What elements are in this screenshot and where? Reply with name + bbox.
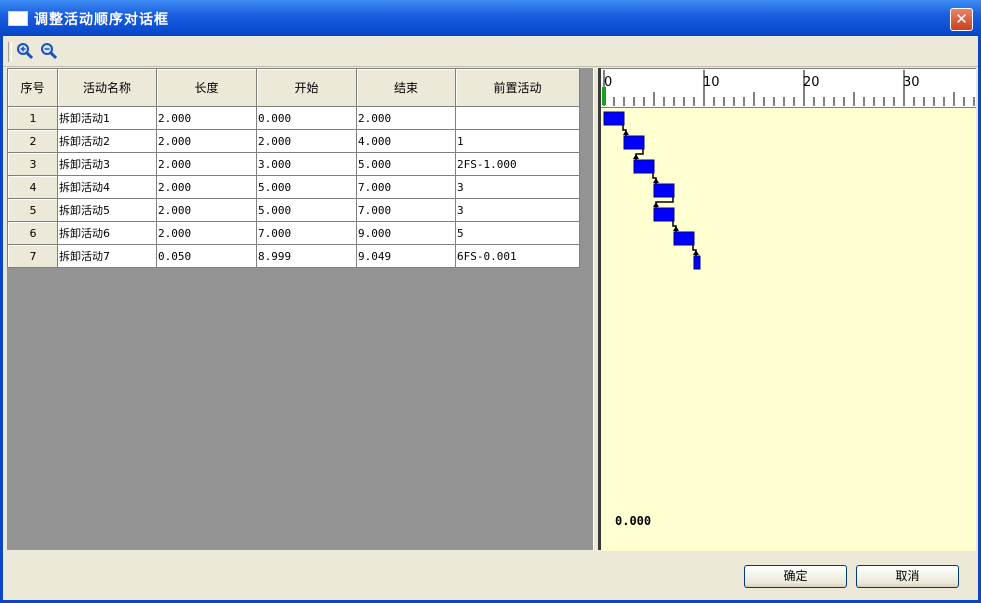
table-row[interactable]: 1 拆卸活动1 2.000 0.000 2.000 [7,106,580,130]
row-number[interactable]: 7 [7,244,58,268]
cell-length[interactable]: 2.000 [156,152,257,176]
cell-start[interactable]: 5.000 [256,198,357,222]
col-header-length[interactable]: 长度 [156,68,257,107]
cell-name[interactable]: 拆卸活动5 [57,198,157,222]
gantt-bar[interactable] [673,231,695,246]
gantt-value-display: 0.000 [615,514,652,528]
gantt-chart[interactable]: 0 10 20 30 0.000 [601,68,976,551]
row-number[interactable]: 2 [7,129,58,153]
dialog-window: 调整活动顺序对话框 ✕ 序号 活动名称 长度 开始 结束 前置活动 1 拆卸活动… [0,0,981,603]
activity-grid[interactable]: 序号 活动名称 长度 开始 结束 前置活动 1 拆卸活动1 2.000 0.00… [7,68,593,550]
dialog-footer: 确定 取消 [3,551,978,600]
window-icon [8,11,28,26]
cell-length[interactable]: 2.000 [156,198,257,222]
cell-name[interactable]: 拆卸活动4 [57,175,157,199]
cell-name[interactable]: 拆卸活动6 [57,221,157,245]
title-bar[interactable]: 调整活动顺序对话框 ✕ [0,0,981,36]
cell-predecessor[interactable]: 5 [455,221,580,245]
cell-end[interactable]: 9.000 [356,221,456,245]
cell-length[interactable]: 0.050 [156,244,257,268]
col-header-start[interactable]: 开始 [256,68,357,107]
cell-predecessor[interactable] [455,106,580,130]
row-number[interactable]: 5 [7,198,58,222]
activity-table: 序号 活动名称 长度 开始 结束 前置活动 1 拆卸活动1 2.000 0.00… [7,68,580,268]
ruler-ticks [602,70,975,106]
cell-end[interactable]: 4.000 [356,129,456,153]
cell-start[interactable]: 0.000 [256,106,357,130]
table-row[interactable]: 2 拆卸活动2 2.000 2.000 4.000 1 [7,129,580,153]
cell-predecessor[interactable]: 1 [455,129,580,153]
toolbar-separator [8,42,12,62]
cell-predecessor[interactable]: 3 [455,198,580,222]
row-number[interactable]: 3 [7,152,58,176]
time-ruler: 0 10 20 30 [601,69,976,108]
grid-header-row: 序号 活动名称 长度 开始 结束 前置活动 [7,68,580,107]
col-header-seq[interactable]: 序号 [7,68,58,107]
cell-end[interactable]: 7.000 [356,175,456,199]
cell-length[interactable]: 2.000 [156,106,257,130]
gantt-bar[interactable] [693,255,701,270]
toolbar [3,36,978,67]
table-row[interactable]: 6 拆卸活动6 2.000 7.000 9.000 5 [7,221,580,245]
ruler-label: 30 [903,75,920,90]
cell-start[interactable]: 8.999 [256,244,357,268]
window-title: 调整活动顺序对话框 [34,12,169,28]
col-header-name[interactable]: 活动名称 [57,68,157,107]
pane-splitter[interactable] [593,68,601,550]
table-row[interactable]: 3 拆卸活动3 2.000 3.000 5.000 2FS-1.000 [7,152,580,176]
table-row[interactable]: 4 拆卸活动4 2.000 5.000 7.000 3 [7,175,580,199]
zoom-in-icon [17,43,34,60]
cell-name[interactable]: 拆卸活动1 [57,106,157,130]
cell-name[interactable]: 拆卸活动7 [57,244,157,268]
cell-start[interactable]: 7.000 [256,221,357,245]
zoom-out-icon [41,43,58,60]
row-number[interactable]: 1 [7,106,58,130]
close-icon: ✕ [955,10,968,28]
ruler-label: 20 [803,75,820,90]
cell-end[interactable]: 2.000 [356,106,456,130]
col-header-predecessor[interactable]: 前置活动 [455,68,580,107]
table-row[interactable]: 5 拆卸活动5 2.000 5.000 7.000 3 [7,198,580,222]
cell-end[interactable]: 7.000 [356,198,456,222]
cell-length[interactable]: 2.000 [156,129,257,153]
gantt-bars [603,111,701,270]
ruler-label: 0 [604,75,613,90]
gantt-bar[interactable] [623,135,645,150]
close-button[interactable]: ✕ [950,8,973,31]
cell-predecessor[interactable]: 3 [455,175,580,199]
row-number[interactable]: 4 [7,175,58,199]
row-number[interactable]: 6 [7,221,58,245]
gantt-bar[interactable] [653,207,675,222]
cell-name[interactable]: 拆卸活动3 [57,152,157,176]
zoom-in-button[interactable] [15,41,35,61]
cancel-button[interactable]: 取消 [856,565,959,588]
col-header-end[interactable]: 结束 [356,68,456,107]
table-row[interactable]: 7 拆卸活动7 0.050 8.999 9.049 6FS-0.001 [7,244,580,268]
cell-start[interactable]: 3.000 [256,152,357,176]
zoom-out-button[interactable] [39,41,59,61]
cell-end[interactable]: 5.000 [356,152,456,176]
cell-name[interactable]: 拆卸活动2 [57,129,157,153]
gantt-bar[interactable] [603,111,625,126]
ok-button[interactable]: 确定 [744,565,847,588]
cell-start[interactable]: 2.000 [256,129,357,153]
ruler-label: 10 [703,75,720,90]
cell-length[interactable]: 2.000 [156,175,257,199]
cell-end[interactable]: 9.049 [356,244,456,268]
cell-length[interactable]: 2.000 [156,221,257,245]
gantt-bar[interactable] [653,183,675,198]
cell-predecessor[interactable]: 6FS-0.001 [455,244,580,268]
cell-predecessor[interactable]: 2FS-1.000 [455,152,580,176]
gantt-bar[interactable] [633,159,655,174]
cell-start[interactable]: 5.000 [256,175,357,199]
